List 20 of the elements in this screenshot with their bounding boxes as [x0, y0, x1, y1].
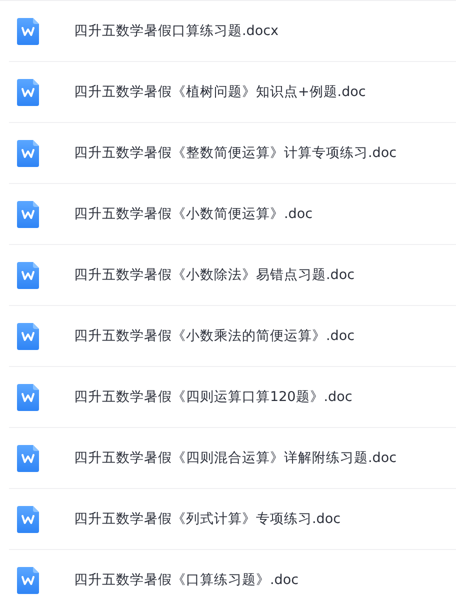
document-icon	[17, 200, 39, 228]
file-name[interactable]: 四升五数学暑假《整数简便运算》计算专项练习.doc	[74, 144, 397, 162]
document-icon	[17, 78, 39, 106]
file-name[interactable]: 四升五数学暑假《植树问题》知识点+例题.doc	[74, 83, 366, 101]
file-name[interactable]: 四升五数学暑假《四则运算口算120题》.doc	[74, 388, 352, 406]
document-icon	[17, 506, 39, 532]
file-name[interactable]: 四升五数学暑假《小数简便运算》.doc	[74, 205, 313, 223]
file-name[interactable]: 四升五数学暑假《四则混合运算》详解附练习题.doc	[74, 449, 397, 467]
file-name[interactable]: 四升五数学暑假口算练习题.docx	[74, 22, 279, 40]
document-icon	[17, 18, 39, 44]
document-icon	[17, 140, 39, 166]
document-icon	[17, 566, 39, 594]
file-name[interactable]: 四升五数学暑假《列式计算》专项练习.doc	[74, 510, 341, 528]
file-name[interactable]: 四升五数学暑假《小数除法》易错点习题.doc	[74, 266, 355, 284]
file-name[interactable]: 四升五数学暑假《口算练习题》.doc	[74, 571, 299, 589]
document-icon	[17, 322, 39, 350]
document-icon	[17, 384, 39, 410]
document-icon	[17, 262, 39, 288]
document-icon	[17, 444, 39, 472]
file-name[interactable]: 四升五数学暑假《小数乘法的简便运算》.doc	[74, 327, 355, 345]
